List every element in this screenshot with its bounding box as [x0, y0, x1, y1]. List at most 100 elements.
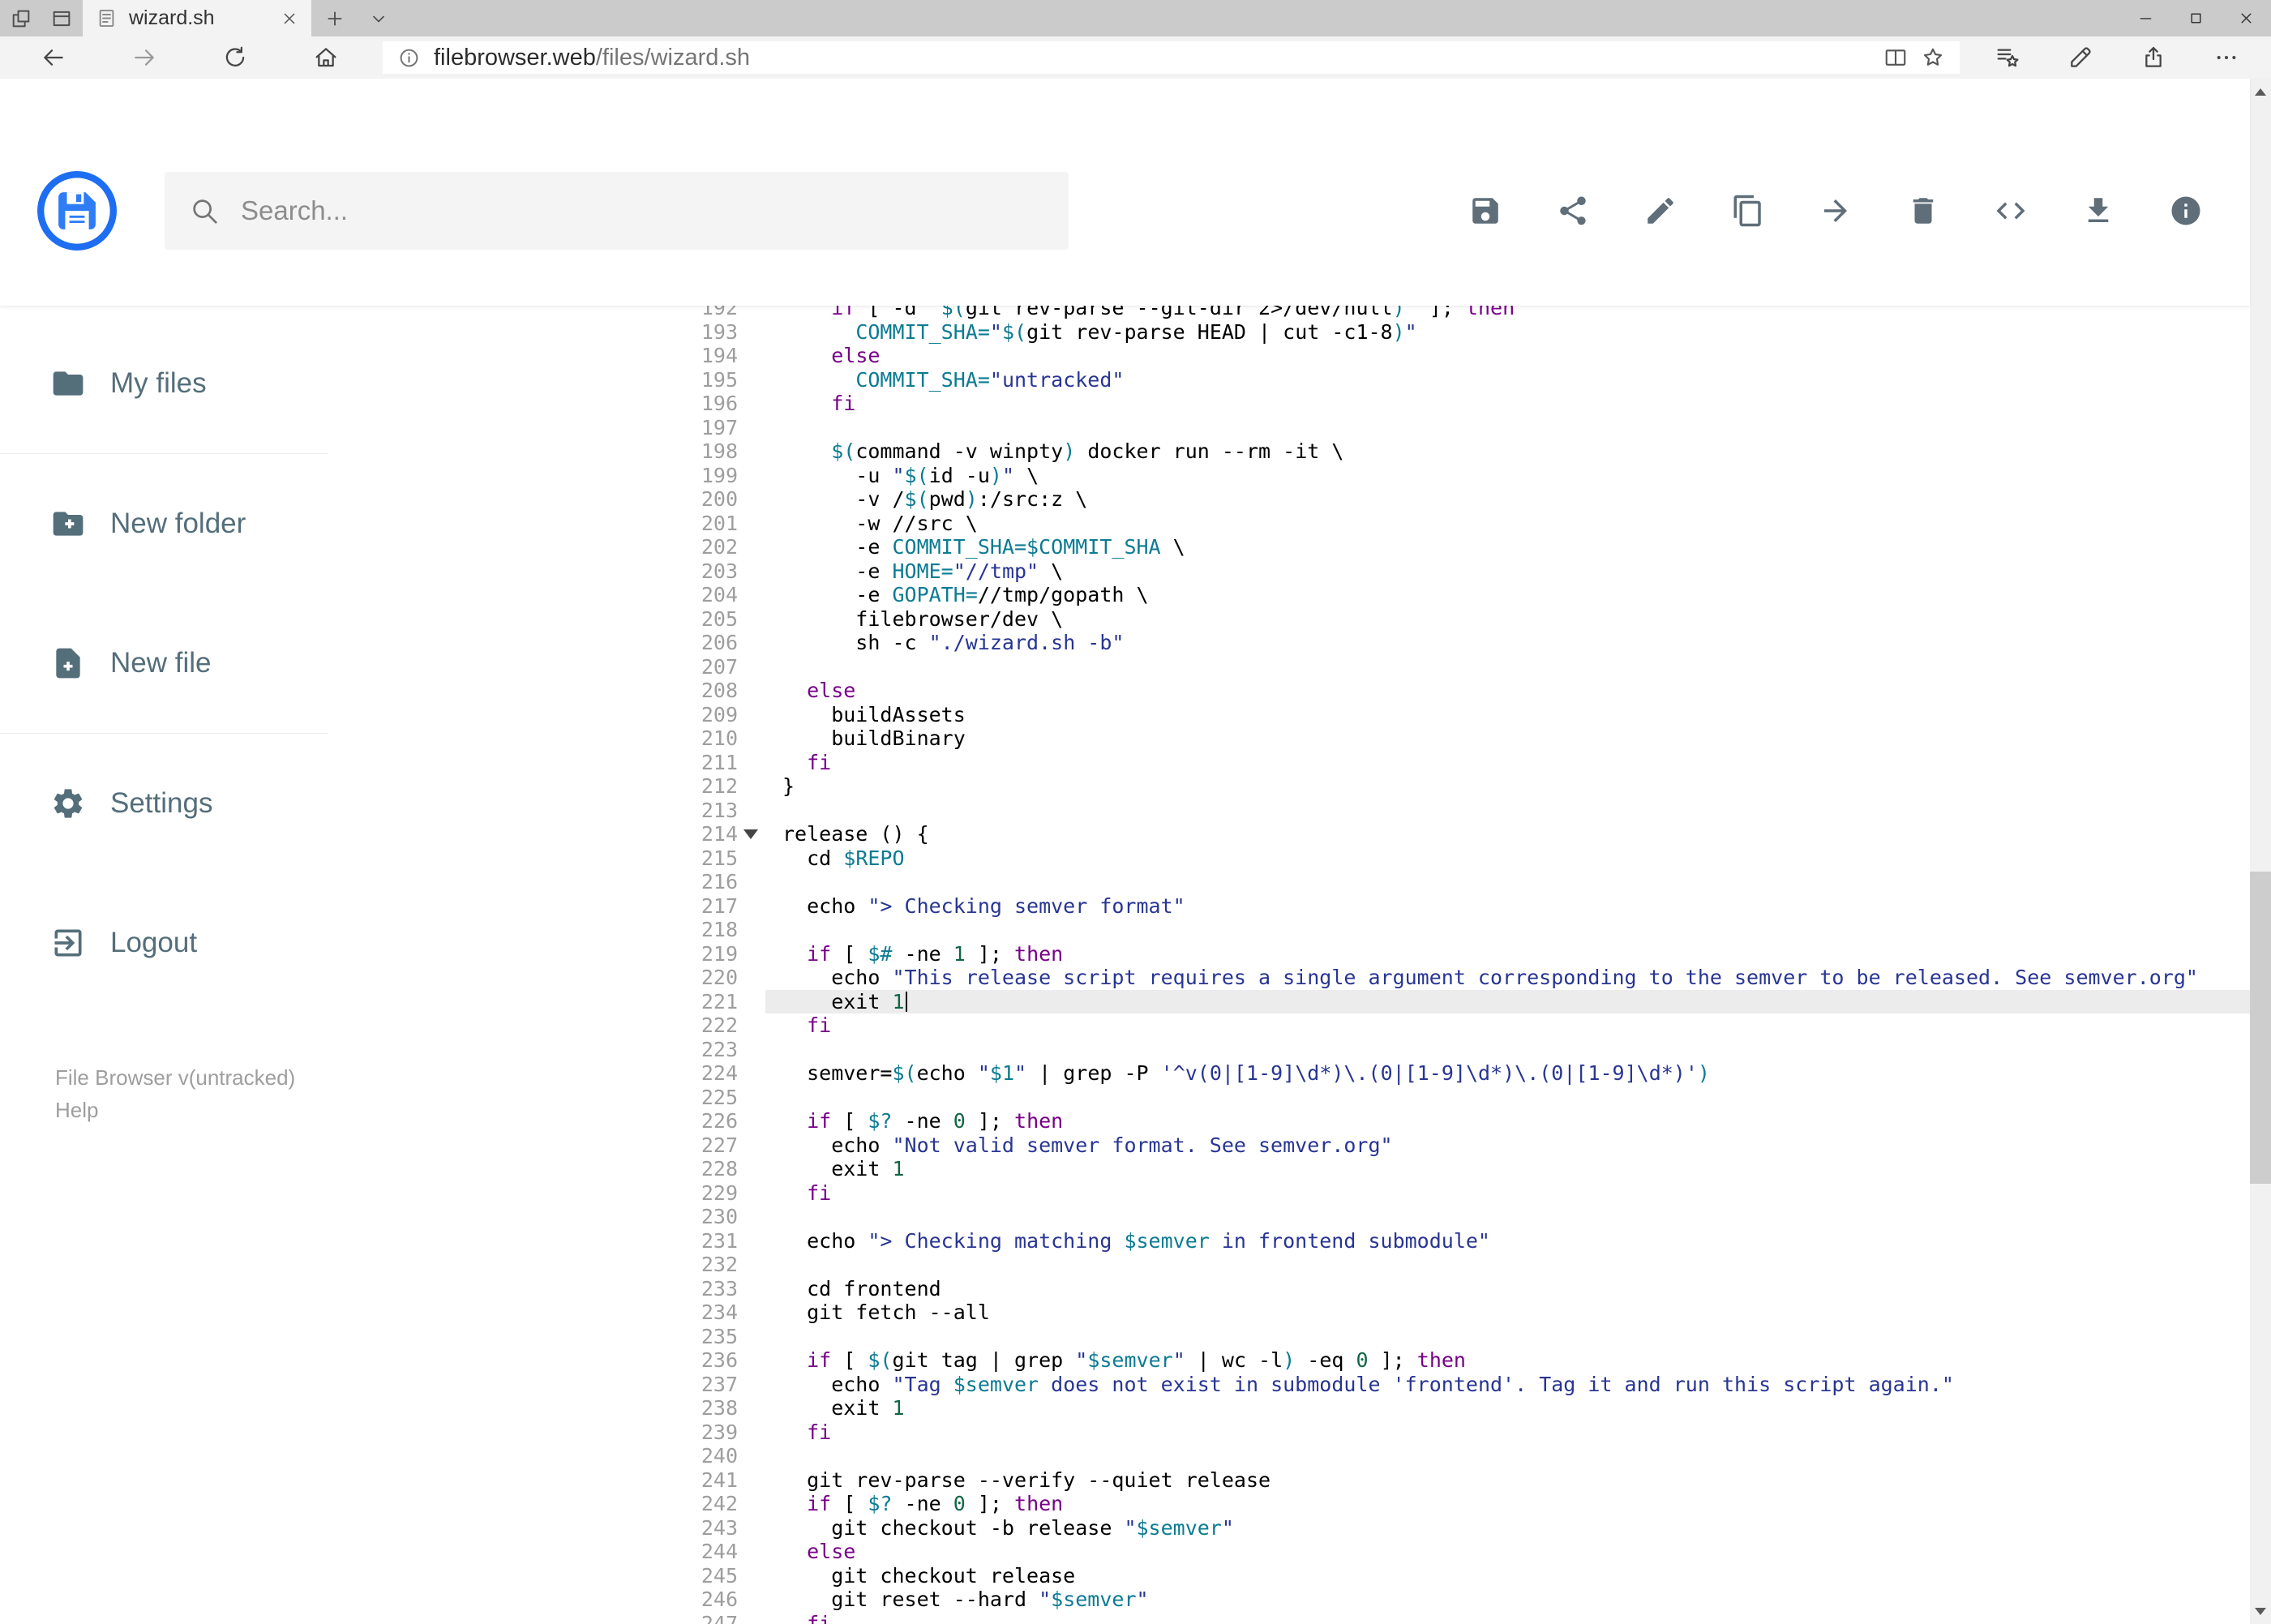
code-line[interactable]: 206 sh -c "./wizard.sh -b"	[328, 631, 2250, 655]
code-line[interactable]: 201 -w //src \	[328, 512, 2250, 536]
code-line[interactable]: 235	[328, 1325, 2250, 1349]
code-line[interactable]: 213	[328, 799, 2250, 823]
code-line[interactable]: 208 else	[328, 679, 2250, 703]
minimize-button[interactable]	[2120, 0, 2170, 36]
raw-code-button[interactable]	[1994, 194, 2028, 228]
code-line[interactable]: 227 echo "Not valid semver format. See s…	[328, 1133, 2250, 1158]
code-line[interactable]: 233 cd frontend	[328, 1277, 2250, 1301]
code-line[interactable]: 199 -u "$(id -u)" \	[328, 464, 2250, 488]
sidebar-item-my-files[interactable]: My files	[0, 314, 328, 453]
download-button[interactable]	[2081, 194, 2115, 228]
scroll-up-arrow-icon[interactable]	[2250, 79, 2271, 105]
web-note-button[interactable]	[2044, 36, 2117, 79]
code-line[interactable]: 228 exit 1	[328, 1157, 2250, 1181]
forward-button[interactable]	[99, 36, 190, 79]
scroll-down-arrow-icon[interactable]	[2250, 1598, 2271, 1624]
code-line[interactable]: 232	[328, 1253, 2250, 1277]
filebrowser-logo-icon[interactable]	[36, 170, 118, 251]
code-editor[interactable]: 192 if [ -d "$(git rev-parse --git-dir 2…	[328, 306, 2250, 1624]
fold-arrow-icon[interactable]	[738, 822, 765, 846]
code-line[interactable]: 219 if [ $# -ne 1 ]; then	[328, 942, 2250, 966]
code-line[interactable]: 231 echo "> Checking matching $semver in…	[328, 1229, 2250, 1253]
rename-button[interactable]	[1643, 194, 1678, 228]
refresh-button[interactable]	[190, 36, 281, 79]
hub-button[interactable]	[1971, 36, 2044, 79]
code-line[interactable]: 210 buildBinary	[328, 726, 2250, 751]
code-line[interactable]: 229 fi	[328, 1181, 2250, 1206]
code-line[interactable]: 240	[328, 1444, 2250, 1468]
more-options-button[interactable]	[2190, 36, 2263, 79]
code-line[interactable]: 215 cd $REPO	[328, 846, 2250, 871]
code-line[interactable]: 222 fi	[328, 1013, 2250, 1038]
share-file-button[interactable]	[1556, 194, 1590, 228]
page-scrollbar[interactable]	[2250, 79, 2271, 1624]
code-line[interactable]: 242 if [ $? -ne 0 ]; then	[328, 1492, 2250, 1516]
code-line[interactable]: 245 git checkout release	[328, 1564, 2250, 1588]
sidebar-item-settings[interactable]: Settings	[0, 734, 328, 873]
sidebar-item-new-folder[interactable]: New folder	[0, 454, 328, 593]
code-line[interactable]: 236 if [ $(git tag | grep "$semver" | wc…	[328, 1348, 2250, 1373]
code-line[interactable]: 226 if [ $? -ne 0 ]; then	[328, 1109, 2250, 1133]
code-line[interactable]: 225	[328, 1086, 2250, 1110]
code-line[interactable]: 243 git checkout -b release "$semver"	[328, 1516, 2250, 1540]
code-line[interactable]: 192 if [ -d "$(git rev-parse --git-dir 2…	[328, 306, 2250, 320]
scrollbar-thumb[interactable]	[2250, 872, 2271, 1184]
maximize-button[interactable]	[2170, 0, 2221, 36]
close-window-button[interactable]	[2221, 0, 2271, 36]
back-button[interactable]	[8, 36, 99, 79]
code-line[interactable]: 196 fi	[328, 392, 2250, 416]
code-line[interactable]: 221 exit 1	[328, 989, 2250, 1013]
tab-preview-icon[interactable]	[50, 7, 73, 30]
search-box[interactable]: Search...	[165, 171, 1069, 250]
home-button[interactable]	[281, 36, 371, 79]
favorite-star-icon[interactable]	[1921, 45, 1945, 70]
code-line[interactable]: 214 release () {	[328, 822, 2250, 846]
code-line[interactable]: 220 echo "This release script requires a…	[328, 966, 2250, 990]
code-line[interactable]: 241 git rev-parse --verify --quiet relea…	[328, 1468, 2250, 1493]
code-line[interactable]: 223	[328, 1038, 2250, 1062]
code-line[interactable]: 197	[328, 416, 2250, 440]
code-line[interactable]: 193 COMMIT_SHA="$(git rev-parse HEAD | c…	[328, 320, 2250, 345]
set-aside-tabs-icon[interactable]	[10, 7, 32, 30]
copy-button[interactable]	[1731, 194, 1765, 228]
delete-button[interactable]	[1906, 194, 1940, 228]
code-line[interactable]: 209 buildAssets	[328, 703, 2250, 727]
code-line[interactable]: 224 semver=$(echo "$1" | grep -P '^v(0|[…	[328, 1061, 2250, 1086]
code-line[interactable]: 200 -v /$(pwd):/src:z \	[328, 487, 2250, 512]
browser-tab[interactable]: wizard.sh	[83, 0, 311, 36]
code-line[interactable]: 207	[328, 655, 2250, 679]
help-link[interactable]: Help	[55, 1094, 328, 1126]
code-line[interactable]: 198 $(command -v winpty) docker run --rm…	[328, 439, 2250, 464]
code-line[interactable]: 204 -e GOPATH=//tmp/gopath \	[328, 583, 2250, 607]
code-line[interactable]: 212}	[328, 774, 2250, 799]
move-button[interactable]	[1819, 194, 1853, 228]
code-line[interactable]: 239 fi	[328, 1420, 2250, 1445]
code-line[interactable]: 216	[328, 870, 2250, 894]
code-line[interactable]: 194 else	[328, 344, 2250, 368]
code-line[interactable]: 237 echo "Tag $semver does not exist in …	[328, 1373, 2250, 1397]
tab-close-icon[interactable]	[281, 10, 298, 28]
code-line[interactable]: 244 else	[328, 1540, 2250, 1564]
sidebar-item-new-file[interactable]: New file	[0, 593, 328, 733]
code-line[interactable]: 230	[328, 1205, 2250, 1229]
code-line[interactable]: 205 filebrowser/dev \	[328, 607, 2250, 632]
address-bar[interactable]: filebrowser.web/files/wizard.sh	[383, 41, 1960, 74]
code-line[interactable]: 217 echo "> Checking semver format"	[328, 894, 2250, 919]
new-tab-button[interactable]	[311, 0, 358, 36]
save-button[interactable]	[1468, 194, 1502, 228]
code-line[interactable]: 218	[328, 918, 2250, 942]
share-button[interactable]	[2117, 36, 2190, 79]
code-line[interactable]: 195 COMMIT_SHA="untracked"	[328, 368, 2250, 392]
code-line[interactable]: 202 -e COMMIT_SHA=$COMMIT_SHA \	[328, 535, 2250, 559]
site-info-icon[interactable]	[397, 46, 421, 70]
sidebar-item-logout[interactable]: Logout	[0, 873, 328, 1013]
code-line[interactable]: 246 git reset --hard "$semver"	[328, 1588, 2250, 1612]
code-line[interactable]: 247 fi	[328, 1612, 2250, 1624]
code-line[interactable]: 211 fi	[328, 751, 2250, 775]
code-line[interactable]: 234 git fetch --all	[328, 1300, 2250, 1325]
code-line[interactable]: 203 -e HOME="//tmp" \	[328, 559, 2250, 584]
info-button[interactable]	[2169, 194, 2203, 228]
reading-view-icon[interactable]	[1883, 45, 1908, 70]
tab-preview-chevron[interactable]	[358, 0, 399, 36]
code-line[interactable]: 238 exit 1	[328, 1396, 2250, 1420]
